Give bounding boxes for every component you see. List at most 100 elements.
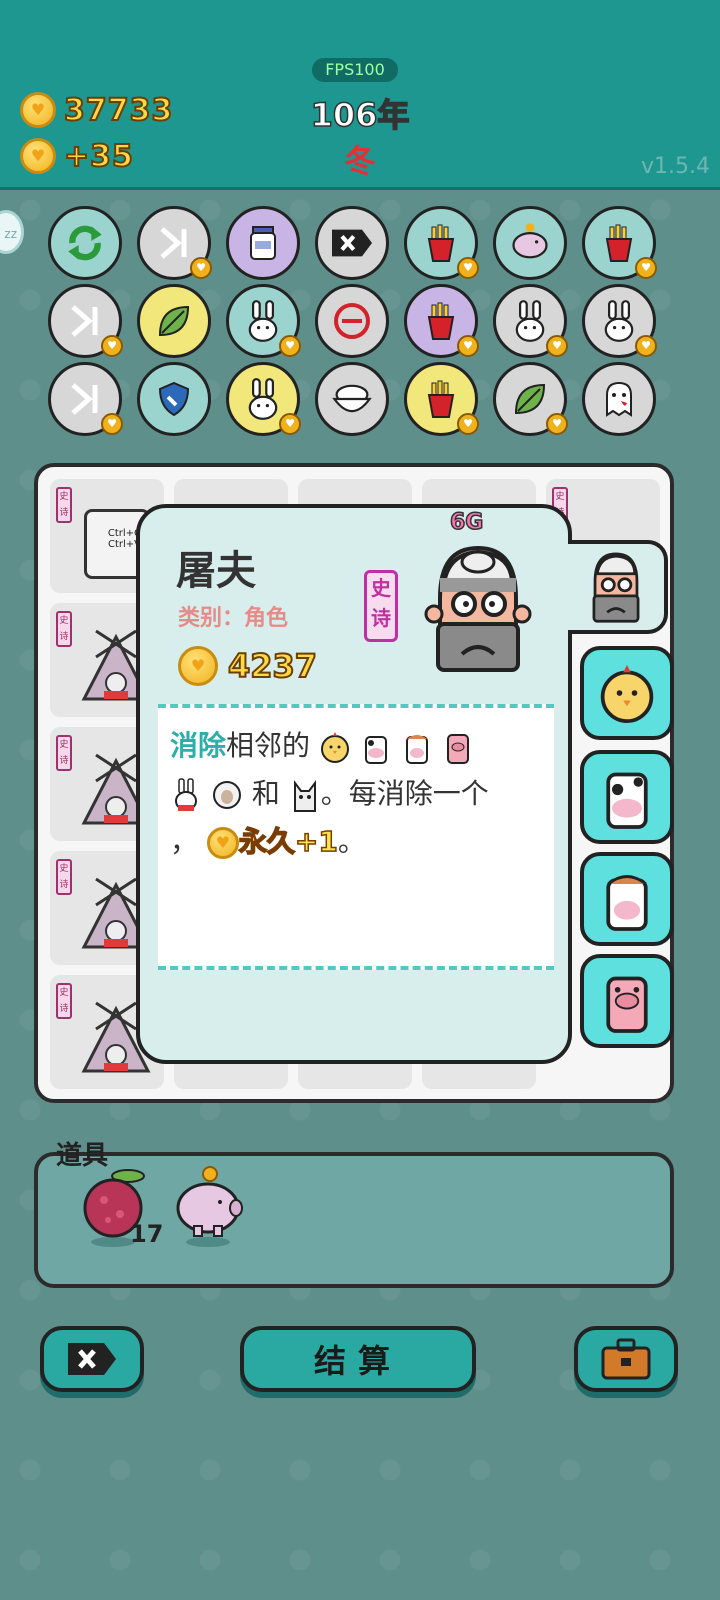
item-slot[interactable]: ♥ — [493, 284, 568, 358]
item-slot[interactable]: ♥ — [404, 206, 479, 280]
cow-icon — [364, 736, 387, 764]
coin-badge-icon: ♥ — [279, 413, 301, 435]
side-tab-chick[interactable] — [580, 646, 674, 740]
card-description: 消除相邻的 和 。每消除一个 ， ♥ 永久+1。 — [158, 704, 554, 970]
skip-icon — [154, 223, 194, 263]
leaf-icon — [154, 301, 194, 341]
briefcase-icon — [601, 1338, 651, 1380]
item-slot[interactable]: ♥ — [48, 284, 123, 358]
item-slot[interactable] — [137, 284, 211, 358]
top-bar: FPS100 ♥ 37733 ♥ +35 106年 冬 v1.5.4 — [0, 0, 720, 190]
version-label: v1.5.4 — [641, 154, 710, 179]
desc-text: 。 — [337, 825, 366, 858]
delete-icon — [68, 1343, 116, 1375]
fps-counter: FPS100 — [312, 58, 398, 82]
fries-icon — [421, 301, 461, 341]
epic-tag: 史诗 — [56, 983, 72, 1019]
desc-keyword: 消除 — [170, 729, 227, 762]
item-slot[interactable] — [226, 206, 300, 280]
side-tab-horse[interactable] — [580, 852, 674, 946]
side-tab-cow[interactable] — [580, 750, 674, 844]
rabbit-icon — [241, 299, 285, 343]
item-slot[interactable] — [315, 284, 389, 358]
rabbit-icon — [175, 778, 197, 811]
chick-icon — [600, 664, 654, 723]
inventory-button[interactable] — [574, 1326, 678, 1392]
epic-tag: 史诗 — [56, 611, 72, 647]
coin-total: ♥ 37733 — [20, 92, 173, 129]
coin-badge-icon: ♥ — [190, 257, 212, 279]
coin-badge-icon: ♥ — [635, 257, 657, 279]
rarity-tag: 史诗 — [364, 570, 398, 642]
generation-tag: 6G — [449, 509, 484, 536]
props-panel: 17 — [34, 1152, 674, 1288]
leaf-icon — [510, 379, 550, 419]
coin-icon: ♥ — [20, 92, 56, 128]
epic-tag: 史诗 — [56, 487, 72, 523]
item-slot[interactable]: ♥ — [404, 362, 479, 436]
coin-income-value: +35 — [63, 138, 134, 175]
ghost-icon — [599, 379, 639, 419]
item-slot[interactable]: ♥ — [582, 206, 657, 280]
item-slot[interactable]: ♥ — [404, 284, 479, 358]
coin-badge-icon: ♥ — [101, 335, 123, 357]
item-slot[interactable]: ♥ — [137, 206, 212, 280]
card-detail-popup: 屠夫 类别：角色 ♥ 4237 史诗 6G 消除相邻的 和 。每消除一个 ， ♥… — [136, 504, 572, 1064]
coin-badge-icon: ♥ — [457, 413, 479, 435]
side-tab-butcher[interactable] — [568, 540, 668, 634]
rabbit-icon — [241, 377, 285, 421]
horse-icon — [405, 735, 428, 764]
pig-icon — [606, 976, 648, 1033]
fries-icon — [421, 379, 461, 419]
card-price: ♥ 4237 — [178, 646, 318, 686]
item-slot[interactable] — [48, 206, 122, 280]
coin-icon: ♥ — [20, 138, 56, 174]
fries-icon — [421, 223, 461, 263]
cat-icon — [293, 780, 316, 812]
pig-icon — [446, 734, 469, 764]
rabbit-icon — [508, 299, 552, 343]
horse-icon — [606, 875, 648, 931]
epic-tag: 史诗 — [56, 859, 72, 895]
prop-count: 17 — [130, 1220, 164, 1248]
side-tab-pig[interactable] — [580, 954, 674, 1048]
item-slot[interactable] — [137, 362, 211, 436]
delete-icon — [330, 228, 374, 258]
cow-icon — [606, 772, 648, 829]
item-slot[interactable] — [315, 362, 389, 436]
item-slot[interactable]: ♥ — [48, 362, 123, 436]
coin-income: ♥ +35 — [20, 138, 134, 175]
sheep-icon — [212, 781, 241, 809]
skip-icon — [65, 301, 105, 341]
card-title: 屠夫 — [176, 548, 256, 594]
skip-icon — [65, 379, 105, 419]
item-slot[interactable] — [315, 206, 389, 280]
coin-badge-icon: ♥ — [457, 335, 479, 357]
season-label: 冬 — [343, 142, 376, 180]
desc-text: 和 — [251, 777, 280, 810]
item-slot[interactable] — [582, 362, 656, 436]
item-slot[interactable] — [493, 206, 567, 280]
epic-tag: 史诗 — [56, 735, 72, 771]
coin-icon: ♥ — [178, 646, 218, 686]
item-slot[interactable]: ♥ — [493, 362, 568, 436]
coin-badge-icon: ♥ — [546, 335, 568, 357]
desc-text: 。每消除一个 — [320, 777, 489, 810]
year-label: 106年 — [310, 95, 410, 135]
coin-badge-icon: ♥ — [546, 413, 568, 435]
chick-icon — [320, 732, 349, 763]
item-slot[interactable]: ♥ — [582, 284, 657, 358]
desc-text: 相邻的 — [226, 729, 311, 762]
card-price-value: 4237 — [227, 646, 318, 686]
props-label: 道具 — [56, 1141, 109, 1171]
settle-button[interactable]: 结算 — [240, 1326, 476, 1392]
coin-badge-icon: ♥ — [457, 257, 479, 279]
shield-icon — [154, 379, 194, 419]
fries-icon — [599, 223, 639, 263]
piggy-bank-icon — [508, 221, 552, 265]
item-slot[interactable]: ♥ — [226, 284, 301, 358]
piggy-bank-icon[interactable] — [170, 1164, 250, 1248]
item-slot[interactable]: ♥ — [226, 362, 301, 436]
delete-button[interactable] — [40, 1326, 144, 1392]
no-entry-icon — [332, 301, 372, 341]
